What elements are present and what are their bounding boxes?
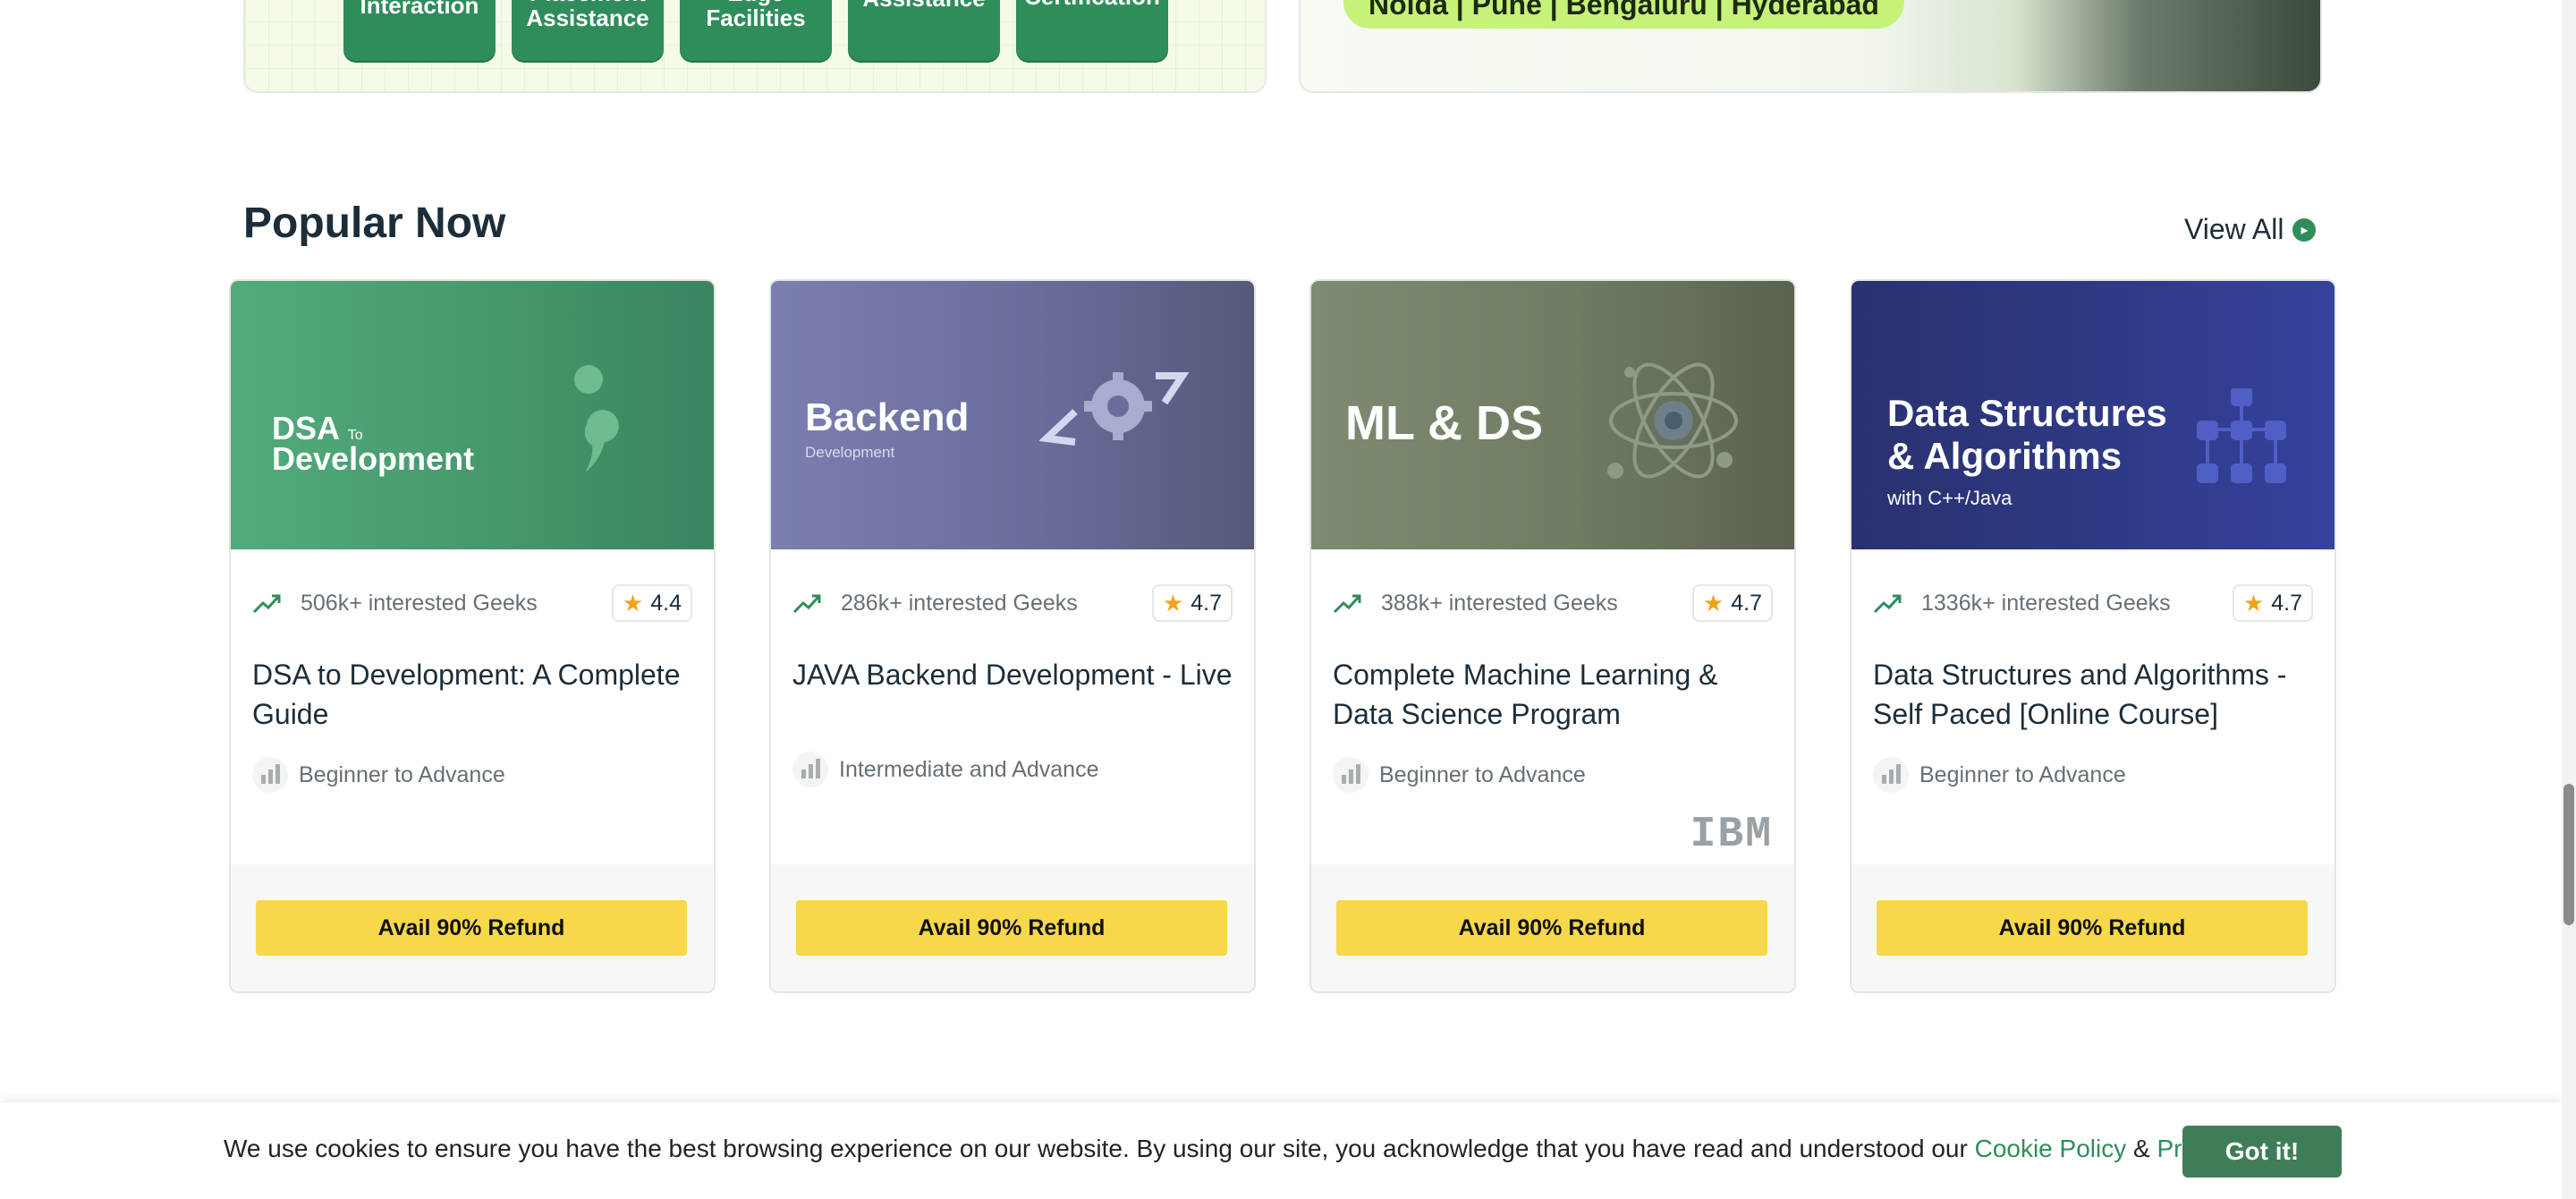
- level-bars-icon: [252, 757, 288, 793]
- course-thumbnail: Data Structures & Algorithms with C++/Ja…: [1852, 281, 2334, 549]
- thumb-subtitle: Development: [805, 444, 895, 461]
- star-icon: ★: [622, 589, 644, 617]
- trending-up-icon: [1333, 594, 1361, 614]
- feature-pill: Certification: [1016, 0, 1168, 61]
- rating-badge: ★ 4.7: [2232, 584, 2313, 622]
- vertical-scrollbar[interactable]: [2562, 0, 2576, 1199]
- section-title: Popular Now: [243, 200, 506, 247]
- promo-banner-features[interactable]: Interaction Placement Assistance Edge Fa…: [243, 0, 1267, 93]
- scrollbar-thumb[interactable]: [2563, 784, 2574, 925]
- interest-count: 506k+ interested Geeks: [301, 590, 538, 616]
- interest-count: 1336k+ interested Geeks: [1921, 590, 2171, 616]
- course-title[interactable]: DSA to Development: A Complete Guide: [252, 655, 692, 734]
- avail-refund-button[interactable]: Avail 90% Refund: [1877, 900, 2308, 956]
- card-footer: Avail 90% Refund: [1852, 864, 2334, 991]
- thumb-title-line2: & Algorithms: [1887, 435, 2123, 477]
- level-bars-icon: [1873, 757, 1909, 793]
- feature-pill: Assistance: [848, 0, 1000, 61]
- city-list: Noida | Pune | Bengaluru | Hyderabad: [1343, 0, 1904, 29]
- course-thumbnail: ML & DS: [1311, 281, 1794, 549]
- thumb-subtitle: with C++/Java: [1887, 487, 2012, 509]
- promo-banner-classroom[interactable]: Noida | Pune | Bengaluru | Hyderabad: [1299, 0, 2322, 93]
- avail-refund-button[interactable]: Avail 90% Refund: [1336, 900, 1767, 956]
- cookie-banner: We use cookies to ensure you have the be…: [0, 1102, 2562, 1199]
- card-footer: Avail 90% Refund: [231, 864, 714, 991]
- course-thumbnail: DSA To Development: [231, 281, 714, 549]
- card-footer: Avail 90% Refund: [771, 864, 1254, 991]
- course-thumbnail: Backend Development: [771, 281, 1254, 549]
- atom-icon: [1607, 362, 1738, 479]
- course-card[interactable]: Backend Development 286k+ interested Gee…: [769, 279, 1256, 993]
- cookie-accept-button[interactable]: Got it!: [2182, 1126, 2342, 1178]
- course-level: Beginner to Advance: [252, 757, 505, 793]
- course-level: Intermediate and Advance: [792, 752, 1098, 787]
- card-meta: 1336k+ interested Geeks ★ 4.7: [1873, 583, 2313, 623]
- avail-refund-button[interactable]: Avail 90% Refund: [796, 900, 1227, 956]
- trending-up-icon: [792, 594, 821, 614]
- feature-pill: Interaction: [343, 0, 496, 61]
- arrow-right-circle-icon: ▸: [2292, 217, 2317, 242]
- course-card[interactable]: DSA To Development 506k+ interested Geek…: [229, 279, 716, 993]
- trending-up-icon: [252, 594, 281, 614]
- interest-count: 286k+ interested Geeks: [841, 590, 1078, 616]
- page: Interaction Placement Assistance Edge Fa…: [0, 0, 2562, 1199]
- star-icon: ★: [1162, 589, 1184, 617]
- view-all-link[interactable]: View All ▸: [2184, 213, 2317, 246]
- trending-up-icon: [1873, 594, 1902, 614]
- view-all-label: View All: [2184, 213, 2284, 245]
- cookie-policy-link[interactable]: Cookie Policy: [1975, 1135, 2127, 1162]
- star-icon: ★: [1702, 589, 1724, 617]
- feature-pill: Placement Assistance: [512, 0, 664, 61]
- rating-badge: ★ 4.7: [1151, 584, 1233, 622]
- rating-badge: ★ 4.4: [611, 584, 692, 622]
- course-card[interactable]: ML & DS 388k+ interested Geeks ★ 4.7 Comp…: [1309, 279, 1796, 993]
- course-card[interactable]: Data Structures & Algorithms with C++/Ja…: [1850, 279, 2336, 993]
- thumb-title: Backend: [805, 395, 970, 439]
- thumb-title: ML & DS: [1345, 396, 1544, 450]
- level-bars-icon: [792, 752, 828, 787]
- card-meta: 286k+ interested Geeks ★ 4.7: [792, 583, 1233, 623]
- thumb-title: Data Structures: [1887, 392, 2167, 434]
- thumb-subtitle: Development: [272, 440, 475, 477]
- level-bars-icon: [1333, 757, 1368, 793]
- avail-refund-button[interactable]: Avail 90% Refund: [256, 900, 687, 956]
- semicolon-icon: [574, 365, 619, 472]
- course-title[interactable]: Data Structures and Algorithms - Self Pa…: [1873, 655, 2313, 734]
- course-title[interactable]: Complete Machine Learning & Data Science…: [1333, 655, 1773, 734]
- course-level: Beginner to Advance: [1873, 757, 2126, 793]
- interest-count: 388k+ interested Geeks: [1381, 590, 1618, 616]
- hierarchy-icon: [2197, 388, 2286, 483]
- card-meta: 388k+ interested Geeks ★ 4.7: [1333, 583, 1773, 623]
- course-title[interactable]: JAVA Backend Development - Live: [792, 655, 1233, 694]
- cookie-message: We use cookies to ensure you have the be…: [224, 1135, 2313, 1163]
- card-meta: 506k+ interested Geeks ★ 4.4: [252, 583, 692, 623]
- gear-icon: [1039, 372, 1190, 446]
- card-footer: Avail 90% Refund: [1311, 864, 1794, 991]
- feature-pill: Edge Facilities: [680, 0, 832, 61]
- partner-logo: IBM: [1690, 811, 1773, 859]
- star-icon: ★: [2242, 589, 2265, 617]
- course-level: Beginner to Advance: [1333, 757, 1586, 793]
- rating-badge: ★ 4.7: [1691, 584, 1773, 622]
